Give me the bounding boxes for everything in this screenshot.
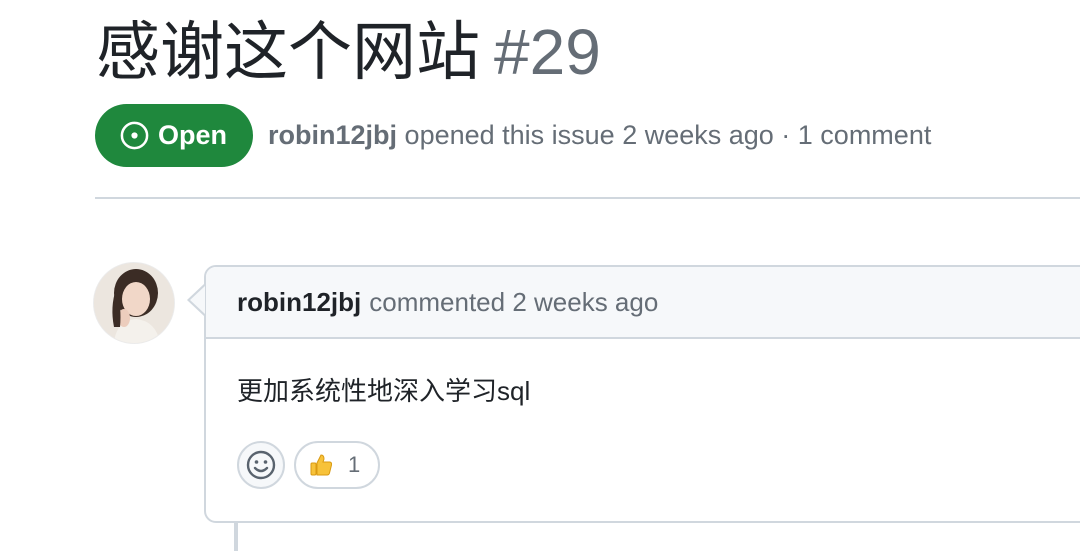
- comment-author-link[interactable]: robin12jbj: [237, 287, 361, 318]
- add-reaction-button[interactable]: [237, 441, 285, 489]
- issue-page: 感谢这个网站 #29 Open robin12jbj opened this is…: [0, 0, 1080, 551]
- comment-arrow-inner: [190, 286, 205, 314]
- avatar[interactable]: [94, 263, 174, 343]
- issue-meta-suffix: opened this issue 2 weeks ago · 1 commen…: [404, 120, 932, 150]
- header-divider: [95, 197, 1080, 199]
- reaction-thumbs-up-button[interactable]: 1: [294, 441, 381, 489]
- issue-number: #29: [494, 16, 601, 88]
- smiley-icon: [246, 450, 276, 480]
- timeline-line: [234, 523, 238, 551]
- issue-title: 感谢这个网站 #29: [96, 14, 601, 90]
- thumbs-up-icon: [310, 454, 333, 476]
- issue-title-text: 感谢这个网站: [96, 16, 480, 88]
- issue-opened-icon: [120, 121, 149, 150]
- issue-state-badge: Open: [95, 104, 254, 167]
- comment-header: robin12jbj commented 2 weeks ago: [206, 267, 1080, 339]
- reaction-count: 1: [348, 452, 361, 477]
- comment-body: 更加系统性地深入学习sql: [237, 376, 531, 406]
- avatar-image: [94, 263, 174, 343]
- issue-author-link[interactable]: robin12jbj: [268, 120, 397, 150]
- comment-timestamp[interactable]: commented 2 weeks ago: [369, 287, 658, 318]
- comment-card: robin12jbj commented 2 weeks ago 更加系统性地深…: [204, 265, 1080, 523]
- reactions-bar: 1: [237, 441, 381, 489]
- issue-meta-text: robin12jbj opened this issue 2 weeks ago…: [268, 120, 931, 151]
- issue-meta: Open robin12jbj opened this issue 2 week…: [95, 104, 931, 167]
- issue-state-label: Open: [158, 120, 228, 150]
